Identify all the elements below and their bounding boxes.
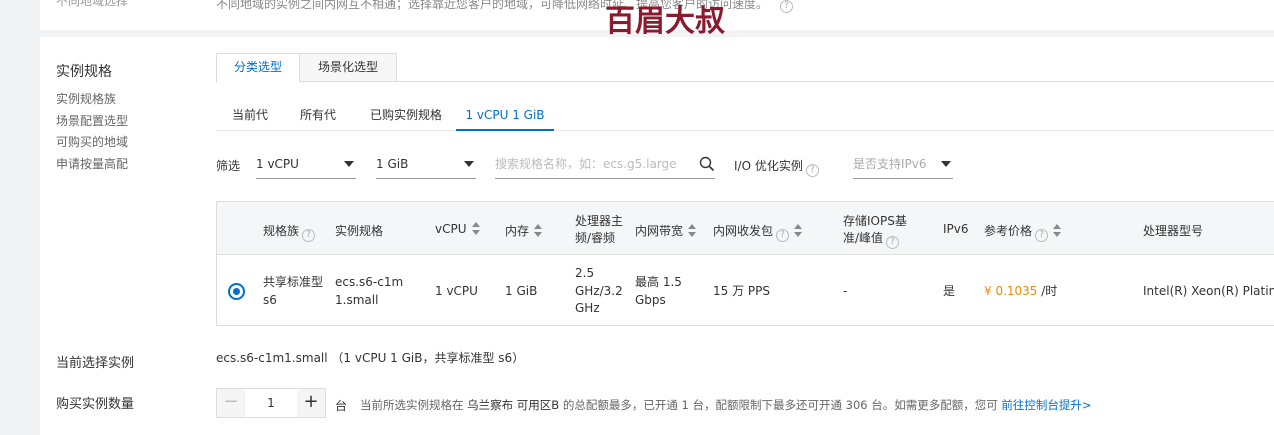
watermark: 百眉大叔 [605, 4, 725, 39]
help-icon[interactable]: ? [805, 164, 819, 177]
cell-vcpu: 1 vCPU [435, 284, 478, 298]
cell-iops: - [843, 284, 848, 298]
chevron-down-icon [941, 161, 951, 167]
header-vcpu-text: vCPU [435, 222, 467, 236]
header-price-text: 参考价格 [984, 224, 1033, 238]
vcpu-select[interactable]: 1 vCPU [256, 151, 356, 179]
header-cpu-model: 处理器型号 [1143, 224, 1204, 238]
cell-freq: 2.5 GHz/3.2 GHz [575, 266, 623, 315]
header-iops: 存储IOPS基准/峰值? [843, 213, 913, 249]
section-title: 实例规格 [56, 64, 112, 80]
header-bandwidth[interactable]: 内网带宽 [635, 222, 697, 239]
header-family-text: 规格族 [263, 224, 300, 238]
header-ipv6: IPv6 [943, 222, 969, 236]
quantity-label: 购买实例数量 [56, 397, 135, 412]
sidebar-link-apply[interactable]: 申请按量高配 [56, 154, 128, 176]
chevron-down-icon [344, 161, 354, 167]
header-freq: 处理器主频/睿频 [575, 214, 624, 245]
sort-icon[interactable] [471, 222, 481, 236]
help-icon[interactable]: ? [780, 0, 794, 13]
sort-icon[interactable] [688, 224, 697, 238]
sort-icon[interactable] [1053, 224, 1062, 238]
header-vcpu[interactable]: vCPU [435, 222, 481, 236]
sort-icon[interactable] [534, 224, 543, 238]
header-price[interactable]: 参考价格? [984, 222, 1062, 242]
row-radio[interactable] [228, 283, 245, 300]
instance-spec-card: 实例规格 实例规格族 场景配置选型 可购买的地域 申请按量高配 分类选型 场景化… [40, 37, 1274, 435]
help-icon[interactable]: ? [1035, 229, 1049, 242]
memory-select[interactable]: 1 GiB [376, 151, 476, 179]
quota-note: 当前所选实例规格在 乌兰察布 可用区B 的总配额最多，已开通 1 台，配额限制下… [360, 397, 1092, 413]
tab-current-gen[interactable]: 当前代 [216, 100, 284, 131]
filter-label: 筛选 [216, 159, 241, 173]
cell-bandwidth: 最高 1.5 Gbps [635, 275, 682, 307]
tab-1vcpu-1gib[interactable]: 1 vCPU 1 GiB [456, 100, 554, 131]
price-unit: /时 [1041, 284, 1058, 298]
cell-pps: 15 万 PPS [713, 284, 770, 298]
spec-search [495, 151, 715, 179]
current-selection-value: ecs.s6-c1m1.small （1 vCPU 1 GiB，共享标准型 s6… [216, 351, 525, 365]
memory-value: 1 GiB [376, 157, 409, 171]
sort-icon[interactable] [794, 224, 803, 238]
decrement-button[interactable]: − [217, 389, 245, 417]
current-selection-label: 当前选择实例 [56, 356, 135, 371]
header-memory[interactable]: 内存 [505, 222, 543, 239]
selection-tabs: 分类选型 场景化选型 [216, 53, 1274, 83]
tab-category[interactable]: 分类选型 [216, 53, 300, 83]
header-spec: 实例规格 [335, 224, 384, 238]
sidebar-link-regions[interactable]: 可购买的地域 [56, 132, 128, 154]
cell-spec: ecs.s6-c1m1.small [335, 275, 404, 307]
tab-scenario[interactable]: 场景化选型 [299, 53, 397, 82]
header-memory-text: 内存 [505, 224, 530, 238]
raise-quota-link[interactable]: 前往控制台提升> [1001, 398, 1091, 412]
quantity-unit: 台 [335, 399, 348, 413]
sidebar-link-scenario[interactable]: 场景配置选型 [56, 111, 128, 133]
cell-family: 共享标准型 s6 [263, 275, 324, 307]
header-bandwidth-text: 内网带宽 [635, 224, 684, 238]
sidebar-link-family[interactable]: 实例规格族 [56, 89, 128, 111]
header-family: 规格族? [263, 222, 316, 242]
help-icon[interactable]: ? [776, 229, 790, 242]
search-input[interactable] [495, 151, 685, 177]
spec-table: 规格族? 实例规格 vCPU 内存 处理器主频/睿频 内网带宽 内网收发包? 存… [216, 201, 1274, 326]
help-icon[interactable]: ? [886, 236, 900, 249]
cell-memory: 1 GiB [505, 284, 538, 298]
tab-purchased[interactable]: 已购实例规格 [356, 100, 456, 131]
search-icon[interactable] [699, 156, 715, 172]
ipv6-placeholder: 是否支持IPv6 [853, 157, 927, 171]
region-label: 不同地域选择 [56, 0, 129, 8]
io-optimized-label: I/O 优化实例 [734, 159, 803, 173]
quantity-stepper: − 1 + [216, 388, 326, 418]
region-section: 不同地域选择 不同地域的实例之间内网互不相通；选择靠近您客户的地域，可降低网络时… [40, 0, 1274, 39]
help-icon[interactable]: ? [302, 229, 316, 242]
quota-region: 乌兰察布 可用区B [467, 398, 560, 412]
vcpu-value: 1 vCPU [256, 157, 299, 171]
generation-tabs: 当前代 所有代 已购实例规格 1 vCPU 1 GiB [216, 100, 1274, 131]
ipv6-select[interactable]: 是否支持IPv6 [853, 151, 953, 179]
io-optimized-filter[interactable]: I/O 优化实例? [734, 157, 819, 177]
cell-ipv6: 是 [943, 284, 956, 298]
quota-mid: 的总配额最多，已开通 1 台，配额限制下最多还可开通 306 台。如需更多配额，… [562, 398, 998, 412]
header-pps[interactable]: 内网收发包? [713, 222, 803, 242]
tab-all-gen[interactable]: 所有代 [286, 100, 350, 131]
header-pps-text: 内网收发包 [713, 224, 774, 238]
sidebar-links: 实例规格族 场景配置选型 可购买的地域 申请按量高配 [56, 89, 128, 175]
filter-row: 筛选 1 vCPU 1 GiB I/O 优化实例? 是否支持IPv6 [216, 151, 1274, 179]
cell-price: ¥ 0.1035 /时 [984, 283, 1057, 301]
price-value: ¥ 0.1035 [984, 284, 1038, 298]
quantity-input[interactable]: 1 [245, 389, 297, 417]
chevron-down-icon [464, 161, 474, 167]
table-header: 规格族? 实例规格 vCPU 内存 处理器主频/睿频 内网带宽 内网收发包? 存… [217, 202, 1274, 255]
quota-prefix: 当前所选实例规格在 [360, 398, 464, 412]
increment-button[interactable]: + [297, 389, 325, 417]
cell-cpu-model: Intel(R) Xeon(R) Platinum [1143, 284, 1274, 298]
